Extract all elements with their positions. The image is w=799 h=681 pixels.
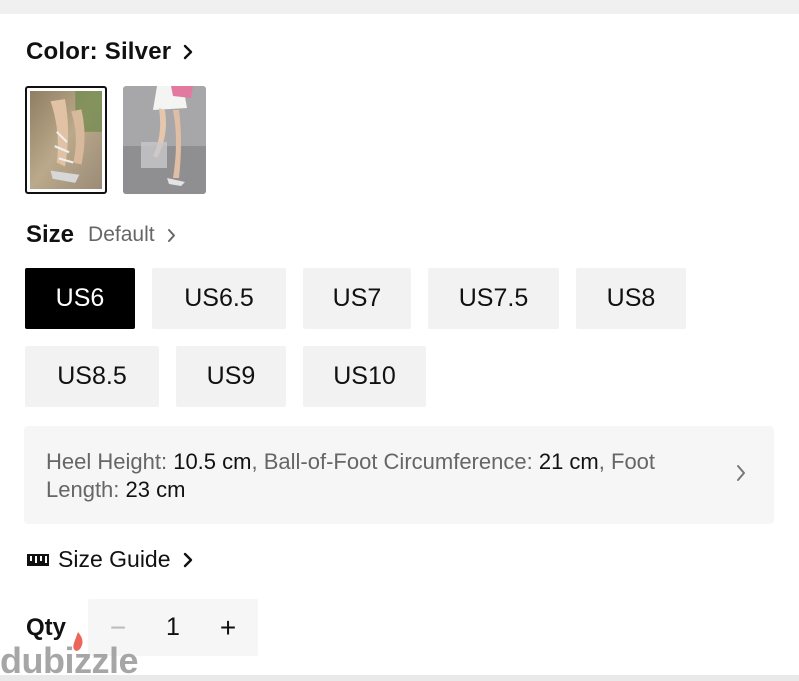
product-options-page: Color: Silver Size Default US6 US6.5 US7…: [0, 0, 799, 681]
size-option-us8-5[interactable]: US8.5: [25, 346, 159, 407]
color-selector-header[interactable]: Color: Silver: [26, 38, 193, 66]
bottom-divider: [0, 675, 799, 681]
size-label: Size: [26, 221, 75, 248]
foot-length-value: 23 cm: [125, 477, 186, 502]
color-value: Silver: [104, 38, 172, 65]
measurements-text: Heel Height: 10.5 cm, Ball-of-Foot Circu…: [46, 449, 656, 502]
color-label: Color:: [26, 38, 98, 65]
top-divider: [0, 0, 799, 14]
size-option-us8[interactable]: US8: [576, 268, 686, 329]
size-option-us7-5[interactable]: US7.5: [428, 268, 559, 329]
decrease-qty-button[interactable]: −: [104, 612, 132, 644]
chevron-right-icon: [167, 228, 176, 243]
ball-of-foot-label: Ball-of-Foot Circumference:: [263, 449, 533, 474]
color-thumbnail-selected[interactable]: [25, 86, 107, 194]
ball-of-foot-value: 21 cm: [538, 449, 599, 474]
increase-qty-button[interactable]: +: [214, 612, 242, 644]
ruler-icon: [26, 546, 50, 573]
qty-value: 1: [166, 613, 180, 641]
watermark-logo: dubizzle: [0, 640, 139, 681]
size-selector-header[interactable]: Size Default: [26, 221, 176, 249]
heel-height-label: Heel Height:: [46, 449, 168, 474]
chevron-right-icon: [183, 44, 193, 60]
chevron-right-icon: [736, 464, 746, 487]
size-option-us10[interactable]: US10: [303, 346, 426, 407]
heel-photo-1: [30, 91, 102, 189]
heel-photo-2: [123, 86, 206, 194]
size-option-us7[interactable]: US7: [303, 268, 411, 329]
color-thumbnail-2[interactable]: [123, 86, 206, 194]
size-guide-link[interactable]: Size Guide: [26, 546, 193, 573]
size-option-us6[interactable]: US6: [25, 268, 135, 329]
qty-label: Qty: [26, 614, 67, 641]
size-default-value: Default: [88, 223, 155, 246]
size-option-us9[interactable]: US9: [176, 346, 286, 407]
size-measurements-panel[interactable]: Heel Height: 10.5 cm, Ball-of-Foot Circu…: [24, 426, 774, 524]
heel-height-value: 10.5 cm: [173, 449, 252, 474]
chevron-right-icon: [183, 552, 193, 568]
size-guide-label: Size Guide: [58, 546, 171, 572]
size-option-us6-5[interactable]: US6.5: [152, 268, 286, 329]
